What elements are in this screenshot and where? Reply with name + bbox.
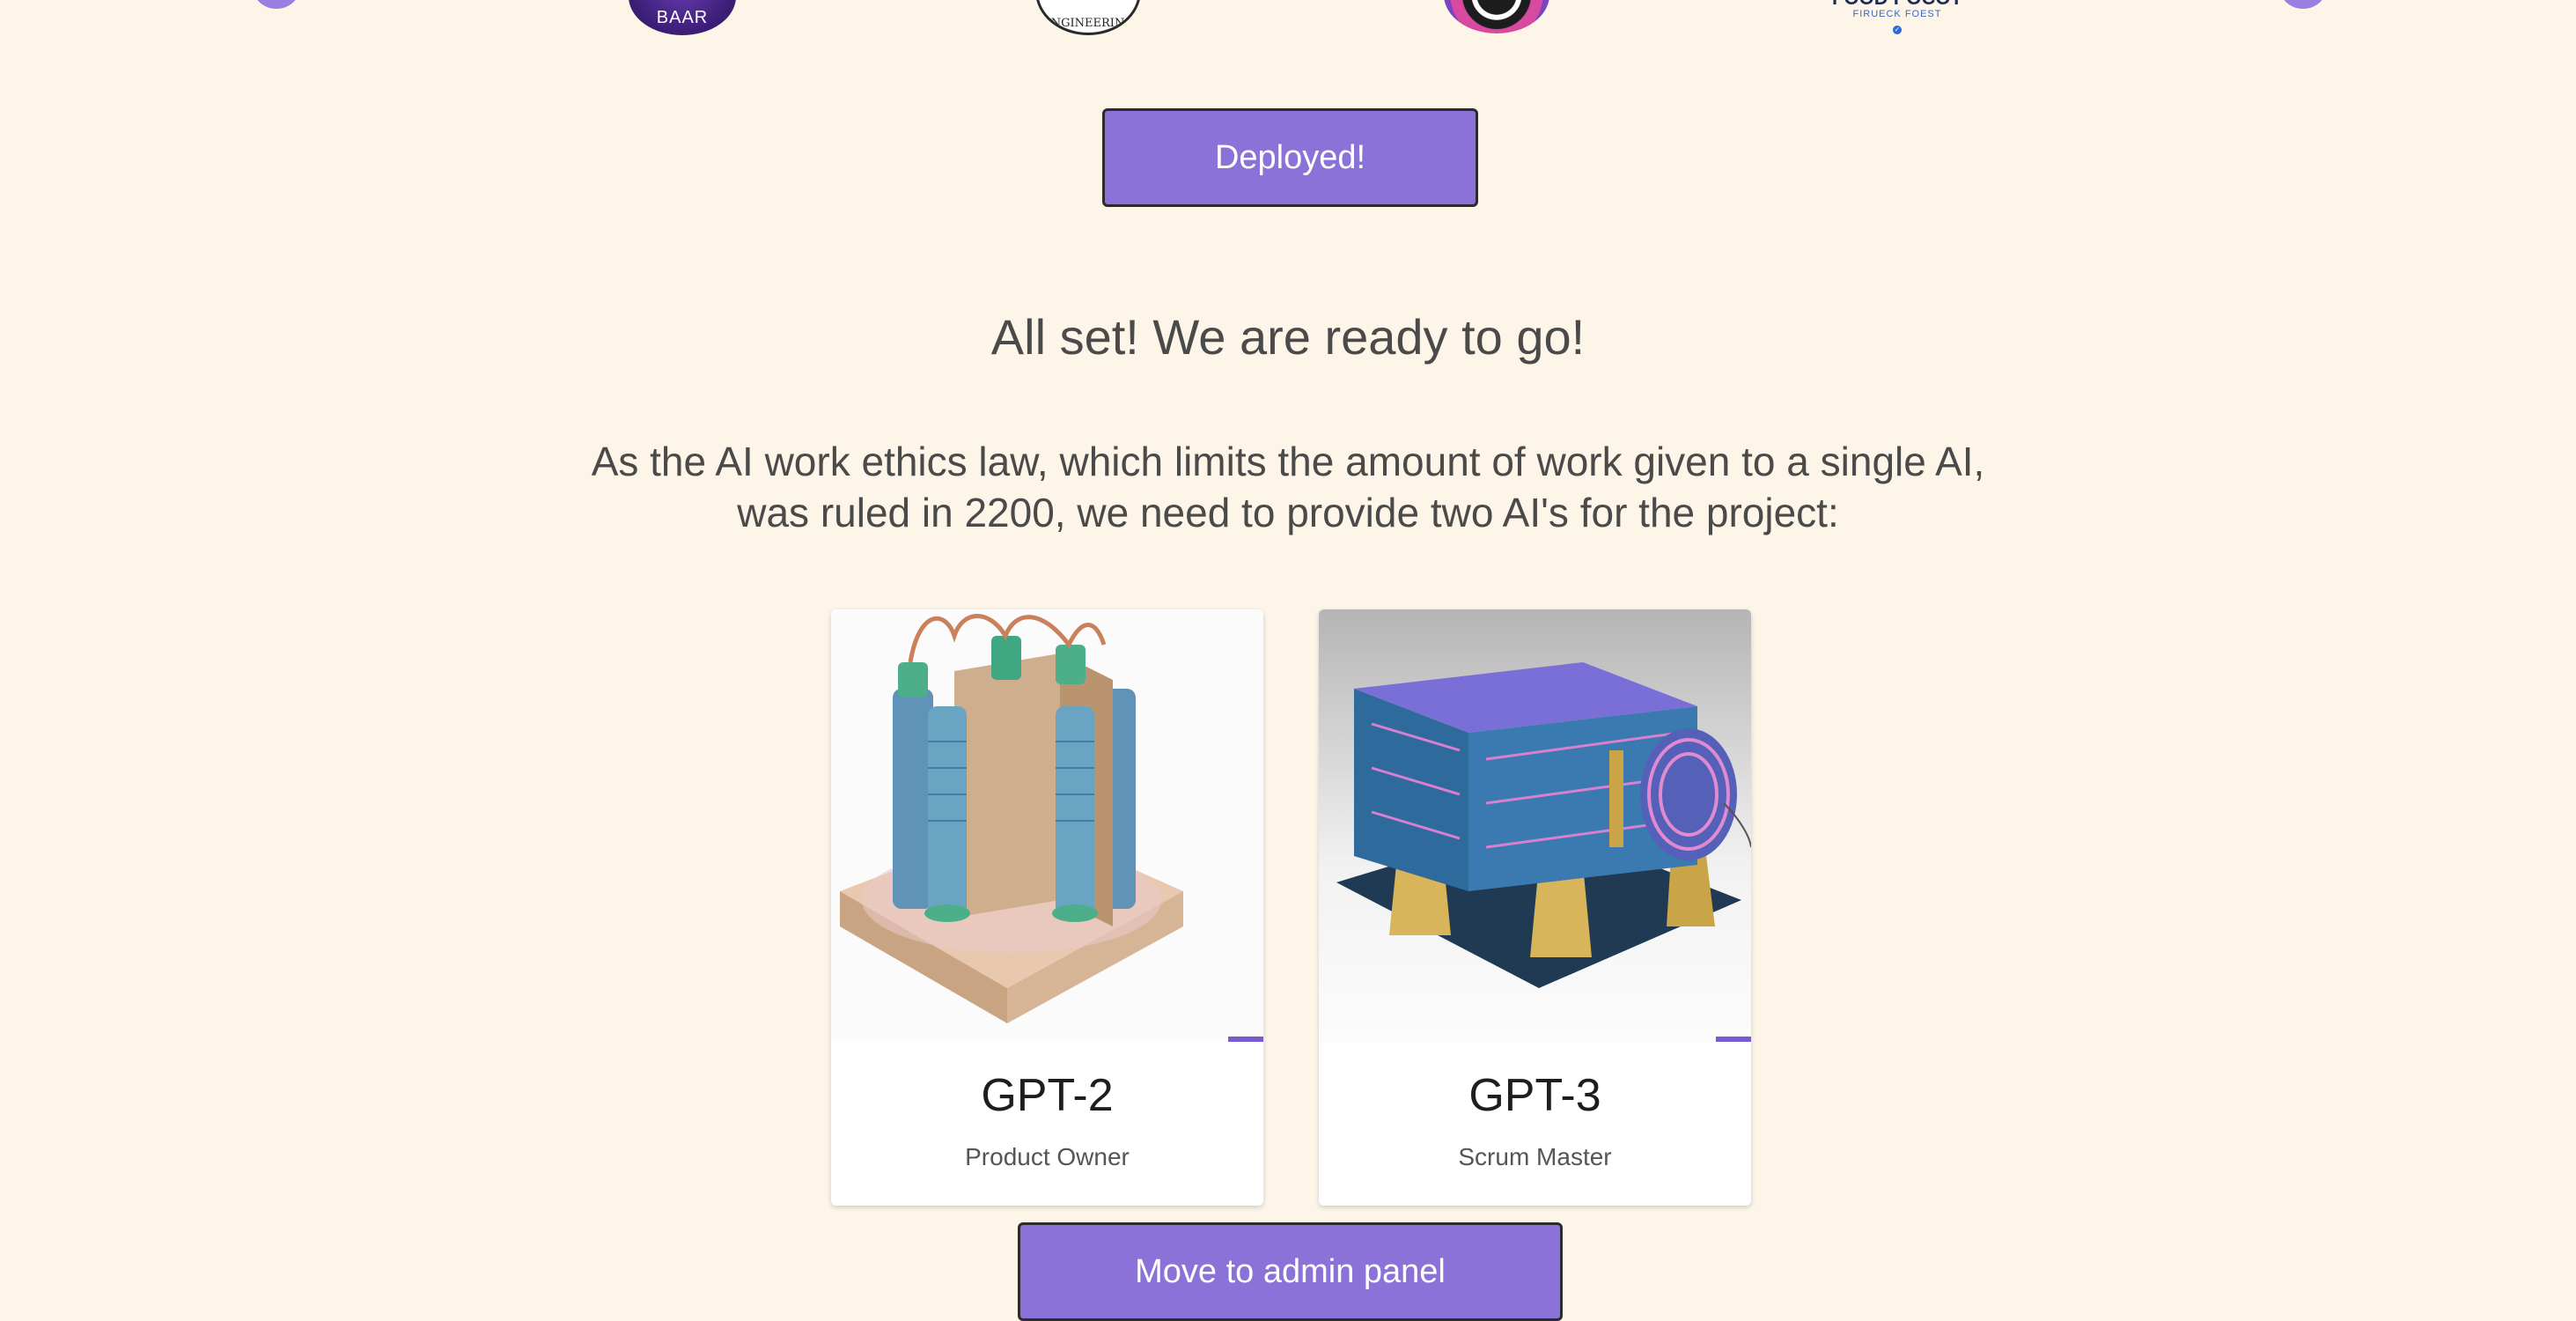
ai-card-role: Product Owner bbox=[965, 1143, 1130, 1170]
deployed-button[interactable]: Deployed! bbox=[1102, 108, 1478, 207]
engineering-logo: ENGINEERING bbox=[1035, 0, 1141, 35]
gpt3-machine-image bbox=[1319, 609, 1751, 1042]
description-line-2: was ruled in 2200, we need to provide tw… bbox=[737, 490, 1839, 535]
ai-card-title: GPT-2 bbox=[981, 1070, 1114, 1121]
ai-card-title: GPT-3 bbox=[1468, 1070, 1601, 1121]
engineering-logo-text: ENGINEERING bbox=[1042, 17, 1134, 30]
baar-logo-text: BAAR bbox=[656, 8, 709, 27]
verified-badge-icon: ✓ bbox=[1893, 26, 1902, 34]
gpt2-machine-image bbox=[831, 609, 1263, 1042]
ethics-law-description: As the AI work ethics law, which limits … bbox=[528, 436, 2048, 538]
move-to-admin-panel-button[interactable]: Move to admin panel bbox=[1018, 1222, 1563, 1321]
ai-card-gpt3[interactable]: GPT-3 Scrum Master bbox=[1319, 609, 1751, 1206]
carousel-prev-dot[interactable] bbox=[253, 0, 300, 9]
description-line-1: As the AI work ethics law, which limits … bbox=[591, 439, 1985, 484]
ring-logo bbox=[1444, 0, 1549, 33]
baar-logo: BAAR bbox=[629, 0, 736, 35]
ai-card-role: Scrum Master bbox=[1458, 1143, 1612, 1170]
ready-heading: All set! We are ready to go! bbox=[990, 309, 1586, 365]
carousel-next-dot[interactable] bbox=[2279, 0, 2327, 9]
ai-card-gpt2[interactable]: GPT-2 Product Owner bbox=[831, 609, 1263, 1206]
food-logo: FOOD POCOT FIRUECK FOEST ✓ bbox=[1822, 0, 1972, 41]
food-logo-text: FOOD POCOT bbox=[1822, 0, 1972, 8]
partner-logo-strip: BAAR ENGINEERING FOOD POCOT FIRUECK FOES… bbox=[0, 0, 2576, 53]
food-logo-subtext: FIRUECK FOEST bbox=[1852, 9, 1942, 19]
